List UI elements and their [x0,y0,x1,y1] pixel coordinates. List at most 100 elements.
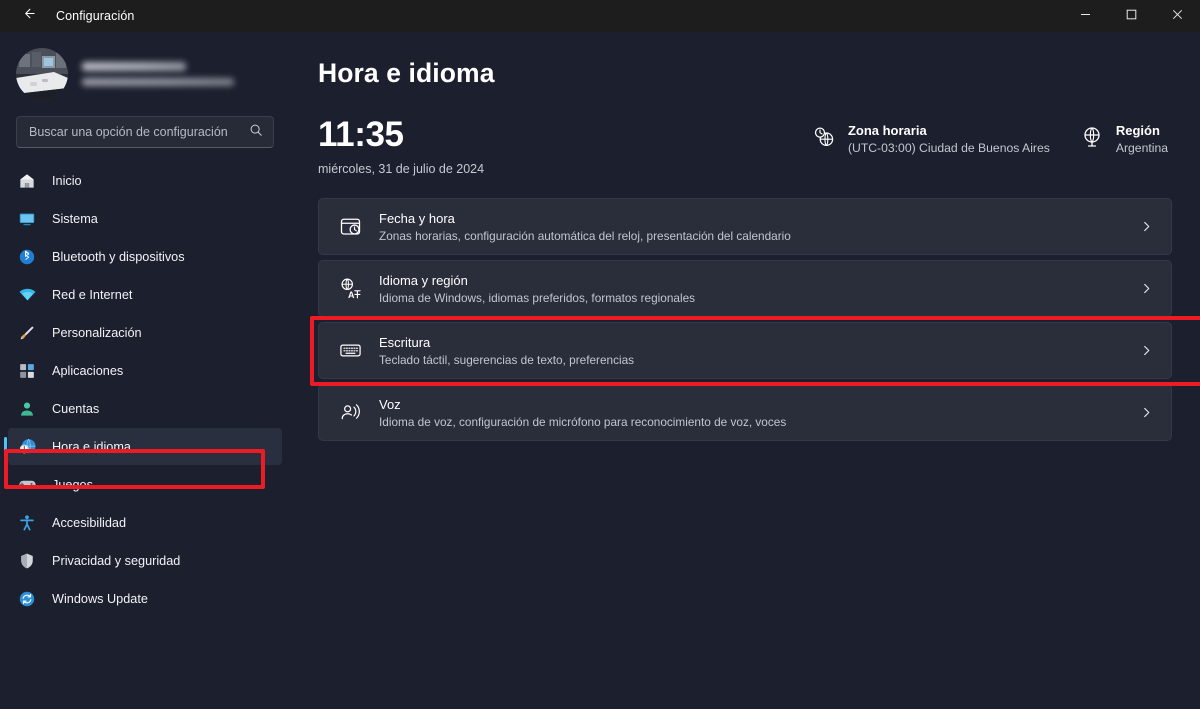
sidebar-item-hora-e-idioma[interactable]: Hora e idioma [4,428,282,465]
search-box[interactable] [16,116,274,148]
card-voz[interactable]: Voz Idioma de voz, configuración de micr… [318,384,1172,441]
system-icon [16,208,38,230]
search-icon [249,123,263,142]
accessibility-icon [16,512,38,534]
app-shell: Inicio Sistema [0,32,1200,709]
region-globe-icon [1080,125,1104,149]
chevron-right-icon [1140,282,1153,295]
sidebar-item-label: Accesibilidad [52,515,127,530]
account-name-redacted [82,62,186,71]
sidebar-item-label: Windows Update [52,591,148,606]
chevron-right-icon [1140,406,1153,419]
sidebar-item-label: Sistema [52,211,98,226]
sidebar: Inicio Sistema [0,32,290,709]
account-email-redacted [82,78,234,86]
back-button[interactable] [12,0,44,32]
sidebar-item-label: Red e Internet [52,287,133,302]
sidebar-item-privacidad[interactable]: Privacidad y seguridad [8,542,282,579]
card-title: Fecha y hora [379,210,455,226]
card-title: Idioma y región [379,272,468,288]
avatar [16,48,68,100]
region-summary: Región Argentina [1080,123,1168,155]
back-arrow-icon [21,6,36,26]
account-icon [16,398,38,420]
sidebar-item-inicio[interactable]: Inicio [8,162,282,199]
search-container [0,106,290,148]
sidebar-item-bluetooth[interactable]: Bluetooth y dispositivos [8,238,282,275]
sidebar-item-personalizacion[interactable]: Personalización [8,314,282,351]
card-escritura[interactable]: Escritura Teclado táctil, sugerencias de… [310,316,1200,386]
card-text: Fecha y hora Zonas horarias, configuraci… [379,211,791,243]
sidebar-item-cuentas[interactable]: Cuentas [8,390,282,427]
minimize-button[interactable] [1062,0,1108,32]
timezone-globe-clock-icon [812,125,836,149]
card-text: Idioma y región Idioma de Windows, idiom… [379,273,695,305]
card-text: Escritura Teclado táctil, sugerencias de… [379,335,634,367]
clock-summary-row: 11:35 miércoles, 31 de julio de 2024 Zon… [318,117,1172,176]
timezone-value: (UTC-03:00) Ciudad de Buenos Aires [847,141,1050,155]
sidebar-nav: Inicio Sistema Bluetooth y dispositivos … [0,162,290,617]
minimize-icon [1080,7,1091,25]
card-title: Escritura [379,334,431,350]
sidebar-item-label: Hora e idioma [52,439,131,454]
sidebar-item-label: Cuentas [52,401,100,416]
sidebar-item-red[interactable]: Red e Internet [8,276,282,313]
sidebar-item-label: Juegos [52,477,93,492]
sidebar-item-juegos[interactable]: Juegos [8,466,282,503]
card-title: Voz [379,396,401,412]
keyboard-icon [335,336,365,366]
account-profile[interactable] [0,42,290,106]
sidebar-item-sistema[interactable]: Sistema [8,200,282,237]
close-button[interactable] [1154,0,1200,32]
clock-block: 11:35 miércoles, 31 de julio de 2024 [318,117,484,176]
timezone-summary: Zona horaria (UTC-03:00) Ciudad de Bueno… [812,123,1050,155]
sidebar-item-label: Bluetooth y dispositivos [52,249,185,264]
app-title: Configuración [56,9,135,23]
timezone-text: Zona horaria (UTC-03:00) Ciudad de Bueno… [848,123,1050,155]
bluetooth-icon [16,246,38,268]
translate-icon: A [335,274,365,304]
account-text [82,62,234,86]
card-subtitle: Idioma de voz, configuración de micrófon… [379,414,787,429]
sidebar-item-accesibilidad[interactable]: Accesibilidad [8,504,282,541]
region-value: Argentina [1115,141,1168,155]
sidebar-item-label: Inicio [52,173,82,188]
current-date: miércoles, 31 de julio de 2024 [318,162,485,176]
home-icon [16,170,38,192]
search-input[interactable] [29,125,249,139]
current-time: 11:35 [318,115,404,154]
maximize-icon [1126,7,1137,25]
card-subtitle: Teclado táctil, sugerencias de texto, pr… [379,352,635,367]
page-title: Hora e idioma [318,58,495,88]
card-subtitle: Zonas horarias, configuración automática… [379,228,791,243]
title-bar: Configuración [0,0,1200,32]
maximize-button[interactable] [1108,0,1154,32]
settings-cards: Fecha y hora Zonas horarias, configuraci… [310,198,1200,441]
card-idioma-y-region[interactable]: A Idioma y región Idioma de Windows, idi… [318,260,1172,317]
sidebar-item-label: Privacidad y seguridad [52,553,181,568]
timezone-title: Zona horaria [847,123,927,138]
window-controls [1062,0,1200,32]
meta-group: Zona horaria (UTC-03:00) Ciudad de Bueno… [812,117,1168,155]
clock-globe-icon [16,436,38,458]
card-fecha-y-hora[interactable]: Fecha y hora Zonas horarias, configuraci… [318,198,1172,255]
card-subtitle: Idioma de Windows, idiomas preferidos, f… [379,290,696,305]
close-icon [1172,7,1183,25]
calendar-clock-icon [335,212,365,242]
svg-text:A: A [348,290,355,300]
brush-icon [16,322,38,344]
sidebar-item-label: Personalización [52,325,142,340]
chevron-right-icon [1140,220,1153,233]
main-content: Hora e idioma 11:35 miércoles, 31 de jul… [290,32,1200,709]
sidebar-item-label: Aplicaciones [52,363,124,378]
update-icon [16,588,38,610]
apps-icon [16,360,38,382]
speech-icon [335,398,365,428]
shield-icon [16,550,38,572]
sidebar-item-windows-update[interactable]: Windows Update [8,580,282,617]
region-title: Región [1115,123,1160,138]
region-text: Región Argentina [1116,123,1168,155]
sidebar-item-aplicaciones[interactable]: Aplicaciones [8,352,282,389]
chevron-right-icon [1140,344,1153,357]
card-text: Voz Idioma de voz, configuración de micr… [379,397,786,429]
